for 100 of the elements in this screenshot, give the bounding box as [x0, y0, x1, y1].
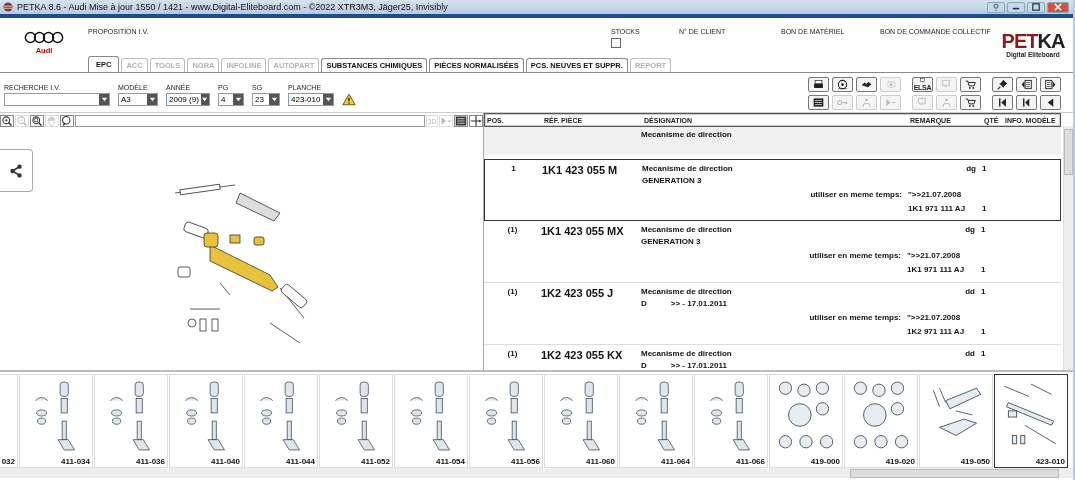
panel-icon [455, 115, 467, 127]
cart-button[interactable] [960, 95, 981, 110]
maximize-button[interactable] [1027, 1, 1045, 13]
play-icon [885, 97, 896, 108]
zoom-tool-button[interactable] [30, 115, 44, 127]
note-date: ">>21.07.2008 [907, 250, 962, 260]
plate-thumbnail[interactable]: 411-044 [244, 374, 318, 468]
help-button[interactable] [987, 1, 1005, 13]
plate-thumbnail[interactable]: 411-056 [469, 374, 543, 468]
move-icon [470, 115, 482, 127]
monitor-icon [941, 79, 952, 90]
part-row[interactable]: (1) 1K2 423 055 J Mecanisme de direction D >> - 17.01.2011 dd 1 utiliser en meme temps: ">>21.07.2008 1K2 971 111 AJ 1 [484, 283, 1061, 345]
plate-number: 411-036 [136, 457, 165, 466]
remark-cell-text: dg [965, 164, 977, 175]
search-field[interactable] [75, 115, 425, 127]
remark-cell-text: dg [964, 225, 976, 236]
plate-thumbnail[interactable]: 411-036 [94, 374, 168, 468]
zoom-tool-button[interactable] [0, 115, 14, 127]
plate-number: 411-064 [661, 457, 690, 466]
dropdown[interactable]: 423-010 [288, 93, 334, 106]
dropdown[interactable]: A3 [118, 93, 158, 106]
dropdown-caret-icon [324, 96, 332, 103]
toolbar-button[interactable] [992, 77, 1013, 92]
zoom-tool-button[interactable] [60, 115, 74, 127]
position-cell-text: (1) [506, 287, 519, 298]
note-date: ">>21.07.2008 [907, 312, 962, 322]
plate-thumbnail[interactable]: 411-040 [169, 374, 243, 468]
plate-thumbnail[interactable]: 419-050 [919, 374, 993, 468]
plate-number: 411-054 [436, 457, 465, 466]
back-icon [1045, 97, 1056, 108]
part-number-cell-text: 1K2 423 055 J [541, 287, 615, 301]
person-icon [941, 97, 952, 108]
plate-thumbnail[interactable]: 411-052 [319, 374, 393, 468]
designation-cell-text: Mecanisme de direction [641, 287, 733, 296]
cart-button[interactable] [960, 77, 981, 92]
note-part-number: 1K2 971 111 AJ [907, 326, 966, 336]
plate-thumbnail[interactable]: 419-000 [769, 374, 843, 468]
dropdown[interactable]: 4 [218, 93, 244, 106]
close-button[interactable] [1047, 1, 1069, 13]
toolbar-button[interactable] [992, 95, 1013, 110]
toolbar-button[interactable] [1040, 77, 1061, 92]
toolbar-button[interactable] [1040, 95, 1061, 110]
plate-number: 032 [1, 457, 15, 466]
position-cell-text: (1) [506, 349, 519, 360]
person-icon [861, 97, 872, 108]
plate-thumbnail[interactable]: 411-060 [544, 374, 618, 468]
quantity-cell-text: 1 [982, 203, 988, 213]
part-row[interactable]: (1) 1K1 423 055 MX Mecanisme de direction GENERATION 3 dg 1 utiliser en meme temps: ">>21.07.2008 1K1 971 111 AJ 1 [484, 221, 1061, 283]
share-button[interactable] [0, 149, 33, 192]
designation-detail: GENERATION 3 [641, 237, 701, 246]
plate-thumbnail[interactable]: 423-010 [994, 374, 1068, 468]
view-tool-button[interactable] [469, 115, 483, 127]
key-icon [837, 97, 848, 108]
note-part-number: 1K1 971 111 AJ [908, 203, 967, 213]
toolbar-button[interactable] [832, 77, 853, 92]
note-date: ">>21.07.2008 [908, 189, 963, 199]
view-tool-button[interactable] [454, 115, 468, 127]
play-icon [440, 115, 452, 127]
minimize-button[interactable] [1007, 1, 1025, 13]
toolbar-button[interactable] [856, 77, 877, 92]
part-row[interactable]: 1 1K1 423 055 M Mecanisme de direction GENERATION 3 dg 1 utiliser en meme temps: ">>21.07.2008 1K1 971 111 AJ 1 [484, 159, 1061, 221]
plate-thumbnail[interactable]: 411-066 [694, 374, 768, 468]
designation-detail: D [641, 361, 647, 370]
maximize-icon [1032, 3, 1040, 11]
group-heading: Mecanisme de direction [641, 130, 733, 141]
position-cell-text: (1) [506, 225, 519, 236]
plate-thumbnail[interactable]: 419-020 [844, 374, 918, 468]
plate-thumbnail[interactable]: 411-034 [19, 374, 93, 468]
vertical-scrollbar[interactable] [1063, 126, 1073, 370]
plate-thumbnail[interactable]: 411-054 [394, 374, 468, 468]
designation-cell-text: Mecanisme de direction [641, 349, 733, 358]
dropdown[interactable] [4, 93, 110, 106]
remark-cell-text: dd [964, 349, 976, 360]
note-label: utiliser en meme temps: [809, 189, 903, 199]
plate-number: 411-060 [586, 457, 615, 466]
warning-icon [342, 93, 356, 106]
rings-logo-icon [24, 31, 64, 44]
toolbar-button[interactable] [808, 77, 829, 92]
plate-number: 419-000 [810, 457, 840, 466]
printer-icon [813, 79, 824, 90]
toolbar-button[interactable] [1016, 77, 1037, 92]
toolbar-button[interactable] [808, 95, 829, 110]
part-number-cell-text: 1K1 423 055 MX [541, 225, 625, 239]
toolbar-button[interactable] [1016, 95, 1037, 110]
monitor-icon [919, 78, 926, 84]
dropdown-caret-icon [201, 96, 209, 103]
plate-number: 411-044 [286, 457, 315, 466]
pin-icon [997, 79, 1008, 90]
plate-thumbnail[interactable]: 411-064 [619, 374, 693, 468]
plate-number: 419-020 [885, 457, 915, 466]
quantity-cell-text: 1 [981, 349, 987, 360]
dropdown[interactable]: 23 [252, 93, 280, 106]
document-right-icon [1045, 79, 1056, 90]
window-title: PETKA 8.6 - Audi Mise à jour 1550 / 1421 - www.Digital-Eliteboard.com - ©2022 XTR3M3, Jäger25, Invisibly [17, 2, 448, 12]
dropdown[interactable]: 2009 (9) [166, 93, 210, 106]
close-icon [1054, 3, 1062, 11]
plate-number: 419-050 [960, 457, 990, 466]
horizontal-scrollbar[interactable] [0, 468, 1073, 478]
eye-icon [885, 79, 896, 90]
checkbox[interactable] [611, 38, 621, 48]
